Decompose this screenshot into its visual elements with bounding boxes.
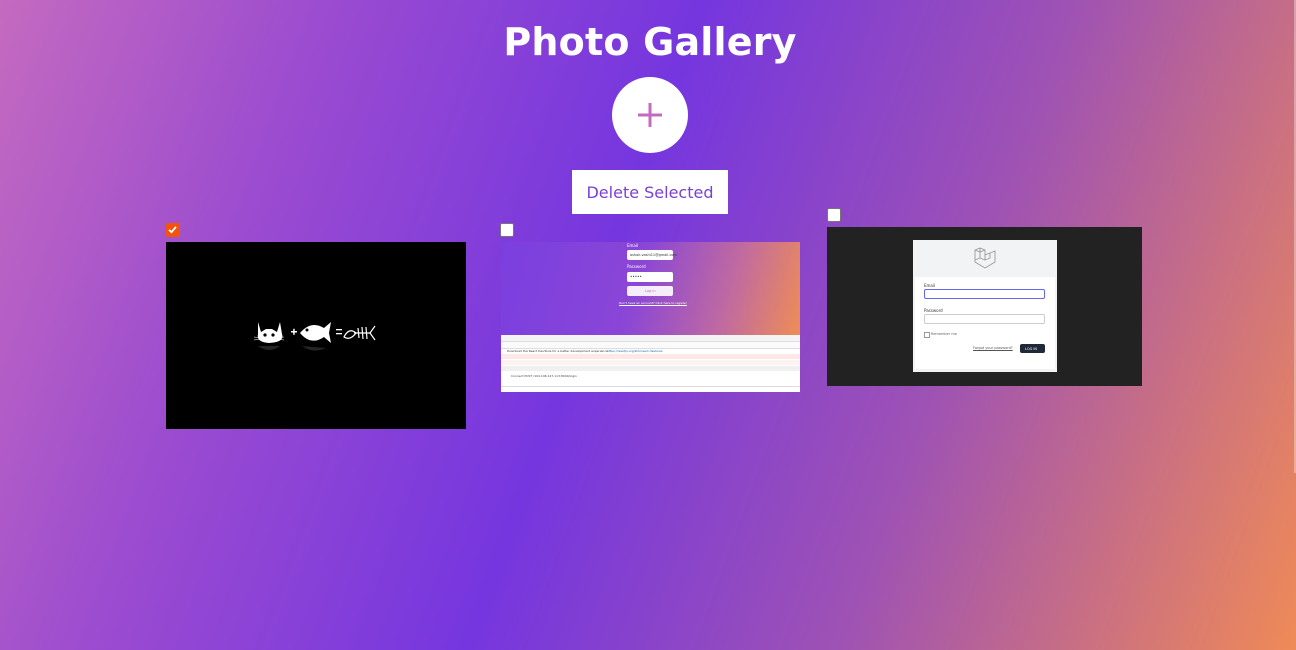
photo-select-checkbox[interactable] [500, 223, 514, 237]
screenshot-request-line: Connect POST /104.196.127.113:8000/login [511, 374, 577, 378]
cat-plus-fish-equals-bones-icon [253, 322, 376, 351]
page-title: Photo Gallery [503, 20, 797, 64]
checkmark-icon [168, 226, 177, 234]
screenshot-email-label: Email [924, 283, 936, 288]
screenshot-console-url: https://reactjs.org/link/react-devtools [607, 349, 663, 353]
screenshot-forgot-link: Forgot your password? [973, 346, 1013, 350]
add-photo-button[interactable] [612, 77, 688, 153]
screenshot-password-label: Password [627, 264, 646, 269]
gallery-photo[interactable]: Email ashok.vashi11@gmail.com Password •… [501, 242, 800, 392]
screenshot-login-label: Log in [645, 288, 656, 293]
laravel-logo-icon [974, 247, 996, 269]
gallery-photo[interactable] [166, 242, 466, 429]
screenshot-email-value: ashok.vashi11@gmail.com [630, 252, 677, 257]
gallery-photo[interactable]: Email Password Remember me Forgot your p… [827, 227, 1142, 386]
screenshot-login-button: LOG IN [1025, 346, 1038, 351]
delete-selected-button[interactable]: Delete Selected [572, 170, 728, 214]
screenshot-password-value: ••••• [630, 274, 642, 279]
screenshot-console-message: Download the React DevTools for a better… [507, 349, 608, 353]
photo-select-checkbox[interactable] [827, 208, 841, 222]
photo-select-checkbox[interactable] [166, 223, 180, 237]
plus-icon [638, 103, 662, 127]
screenshot-register-text: Don't have an account? Click here to reg… [619, 301, 687, 305]
screenshot-password-label: Password [924, 308, 943, 313]
screenshot-remember-label: Remember me [931, 332, 957, 336]
screenshot-email-label: Email [627, 243, 639, 248]
